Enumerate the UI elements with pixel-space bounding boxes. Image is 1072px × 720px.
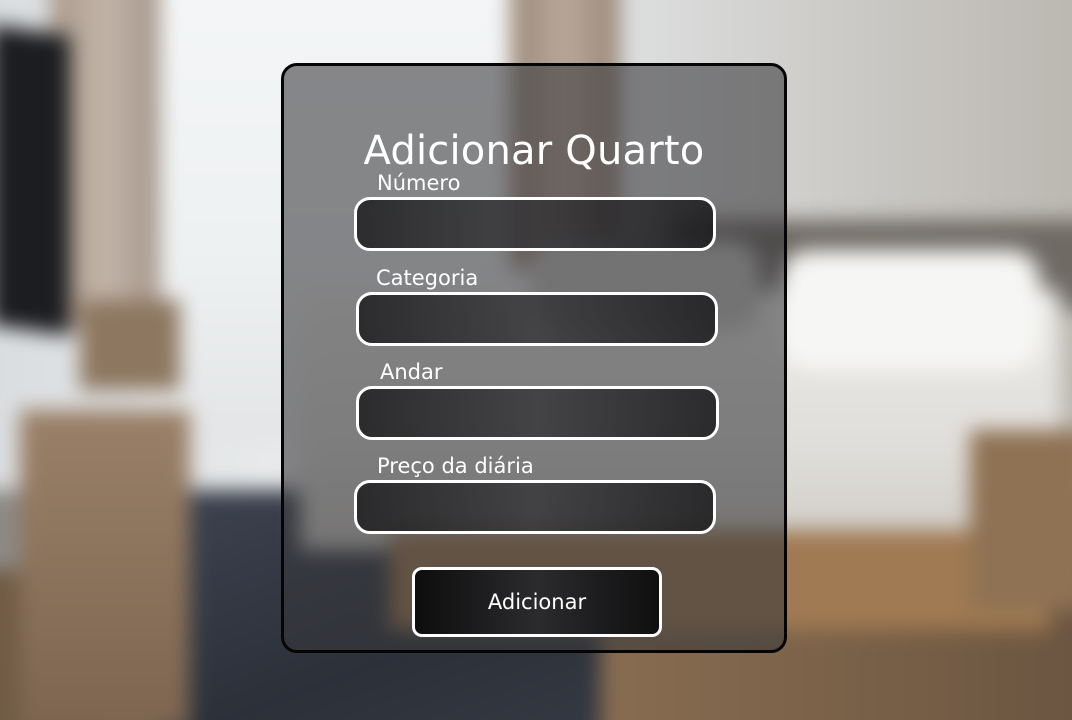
numero-label: Número <box>377 171 461 195</box>
andar-label: Andar <box>380 360 443 384</box>
form-title: Adicionar Quarto <box>363 127 705 174</box>
numero-input[interactable] <box>354 197 716 251</box>
categoria-input[interactable] <box>356 292 718 346</box>
preco-diaria-input[interactable] <box>354 480 716 534</box>
add-room-form: Adicionar Quarto Número Categoria Andar … <box>281 63 787 653</box>
app-screen: Adicionar Quarto Número Categoria Andar … <box>0 0 1072 720</box>
adicionar-button[interactable]: Adicionar <box>412 567 662 637</box>
categoria-label: Categoria <box>376 266 479 290</box>
preco-diaria-label: Preço da diária <box>377 454 534 478</box>
andar-input[interactable] <box>356 386 719 440</box>
